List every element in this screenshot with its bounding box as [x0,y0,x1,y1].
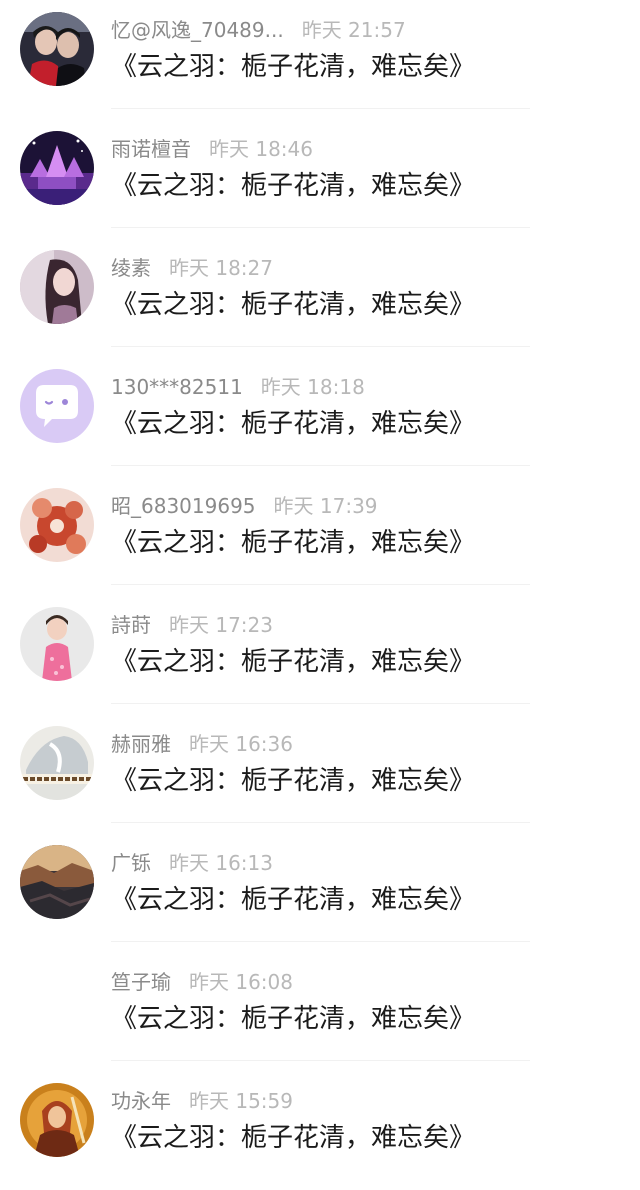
comment-text: 《云之羽：栀子花清，难忘矣》 [111,647,476,677]
comment-time: 昨天 18:18 [260,375,365,399]
comment-item[interactable]: 忆@风逸_70489... 昨天 21:57 《云之羽：栀子花清，难忘矣》 [0,0,640,119]
comment-username[interactable]: 130***82511 [111,375,243,399]
comment-time: 昨天 17:39 [273,494,378,518]
warrior-avatar[interactable] [20,1083,94,1157]
comment-time: 昨天 16:13 [169,851,273,875]
comment-item[interactable]: 功永年 昨天 15:59 《云之羽：栀子花清，难忘矣》 [0,1071,640,1190]
comment-meta: 忆@风逸_70489... 昨天 21:57 [111,15,406,45]
comment-text: 《云之羽：栀子花清，难忘矣》 [111,766,476,796]
row-divider [111,108,530,109]
comment-username[interactable]: 昭_683019695 [111,494,256,518]
comment-meta: 功永年 昨天 15:59 [111,1086,293,1116]
comment-username[interactable]: 詩莳 [111,613,151,637]
comment-username[interactable]: 忆@风逸_70489... [111,18,284,42]
comment-list: 忆@风逸_70489... 昨天 21:57 《云之羽：栀子花清，难忘矣》 雨诺檀… [0,0,640,1161]
comment-username[interactable]: 功永年 [111,1089,171,1113]
comment-time: 昨天 18:46 [209,137,313,161]
comment-item[interactable]: 昭_683019695 昨天 17:39 《云之羽：栀子花清，难忘矣》 [0,476,640,595]
comment-text: 《云之羽：栀子花清，难忘矣》 [111,409,476,439]
comment-time: 昨天 18:27 [169,256,273,280]
default-chat-avatar[interactable] [20,369,94,443]
comment-time: 昨天 17:23 [169,613,273,637]
comment-meta: 昭_683019695 昨天 17:39 [111,491,378,521]
comment-username[interactable]: 雨诺檀音 [111,137,191,161]
calligraphy-avatar[interactable] [20,726,94,800]
girl-pink-dress-avatar[interactable] [20,607,94,681]
purple-castle-avatar[interactable] [20,131,94,205]
woman-portrait-avatar[interactable] [20,250,94,324]
row-divider [111,346,530,347]
comment-time: 昨天 21:57 [301,18,406,42]
row-divider [111,822,530,823]
comment-time: 昨天 15:59 [189,1089,293,1113]
comment-username[interactable]: 赫丽雅 [111,732,171,756]
comment-text: 《云之羽：栀子花清，难忘矣》 [111,290,476,320]
comment-username[interactable]: 笪子瑜 [111,970,171,994]
comment-item[interactable]: 130***82511 昨天 18:18 《云之羽：栀子花清，难忘矣》 [0,357,640,476]
comment-text: 《云之羽：栀子花清，难忘矣》 [111,885,476,915]
comment-item[interactable]: 赫丽雅 昨天 16:36 《云之羽：栀子花清，难忘矣》 [0,714,640,833]
comment-item[interactable]: 绫素 昨天 18:27 《云之羽：栀子花清，难忘矣》 [0,238,640,357]
comment-text: 《云之羽：栀子花清，难忘矣》 [111,171,476,201]
row-divider [111,1060,530,1061]
comment-meta: 笪子瑜 昨天 16:08 [111,967,293,997]
comment-meta: 广铄 昨天 16:13 [111,848,273,878]
comment-time: 昨天 16:36 [189,732,293,756]
comment-text: 《云之羽：栀子花清，难忘矣》 [111,1004,476,1034]
comment-item[interactable]: 笪子瑜 昨天 16:08 《云之羽：栀子花清，难忘矣》 [0,952,640,1071]
row-divider [111,584,530,585]
comment-time: 昨天 16:08 [189,970,293,994]
couple-avatar[interactable] [20,12,94,86]
comment-item[interactable]: 雨诺檀音 昨天 18:46 《云之羽：栀子花清，难忘矣》 [0,119,640,238]
comment-text: 《云之羽：栀子花清，难忘矣》 [111,528,476,558]
comment-meta: 雨诺檀音 昨天 18:46 [111,134,313,164]
comment-item[interactable]: 詩莳 昨天 17:23 《云之羽：栀子花清，难忘矣》 [0,595,640,714]
comment-meta: 130***82511 昨天 18:18 [111,372,365,402]
comment-meta: 赫丽雅 昨天 16:36 [111,729,293,759]
row-divider [111,941,530,942]
canyon-avatar[interactable] [20,845,94,919]
red-flower-avatar[interactable] [20,488,94,562]
comment-username[interactable]: 广铄 [111,851,151,875]
comment-text: 《云之羽：栀子花清，难忘矣》 [111,52,476,82]
comment-meta: 绫素 昨天 18:27 [111,253,273,283]
row-divider [111,227,530,228]
row-divider [111,465,530,466]
comment-item[interactable]: 广铄 昨天 16:13 《云之羽：栀子花清，难忘矣》 [0,833,640,952]
comment-username[interactable]: 绫素 [111,256,151,280]
comment-meta: 詩莳 昨天 17:23 [111,610,273,640]
row-divider [111,703,530,704]
comment-text: 《云之羽：栀子花清，难忘矣》 [111,1123,476,1153]
